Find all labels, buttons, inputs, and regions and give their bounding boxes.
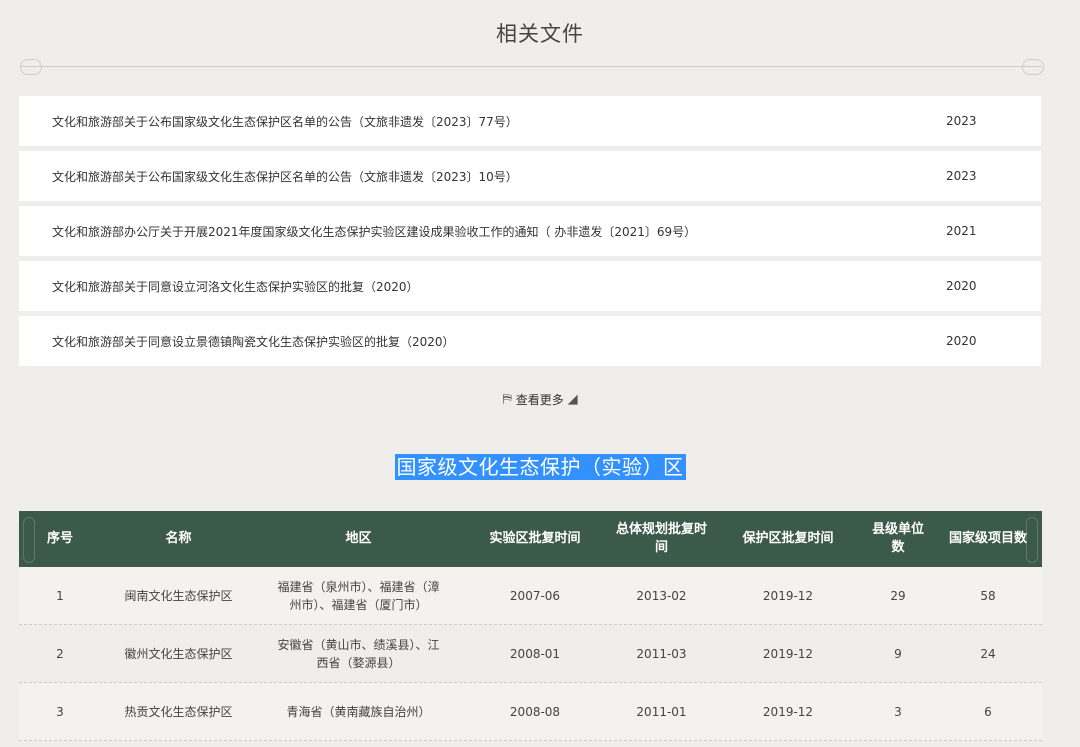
cell-index: 2 bbox=[56, 646, 64, 661]
cell-experiment-date: 2007-06 bbox=[509, 588, 561, 603]
zones-title: 国家级文化生态保护（实验）区 bbox=[0, 451, 1080, 480]
cell-protection-date: 2019-12 bbox=[762, 704, 814, 719]
doc-title-link[interactable]: 文化和旅游部关于同意设立河洛文化生态保护实验区的批复（2020） bbox=[19, 278, 946, 295]
related-files-list: 文化和旅游部关于公布国家级文化生态保护区名单的公告（文旅非遗发〔2023〕77号… bbox=[19, 96, 1041, 371]
doc-year: 2023 bbox=[946, 114, 977, 128]
header-experiment-date: 实验区批复时间 bbox=[489, 531, 581, 546]
cell-county-count: 9 bbox=[894, 646, 902, 661]
list-item[interactable]: 文化和旅游部关于同意设立河洛文化生态保护实验区的批复（2020） 2020 bbox=[19, 261, 1041, 311]
flag-icon: ⛿ bbox=[502, 392, 512, 407]
related-files-title: 相关文件 bbox=[496, 22, 584, 46]
header-county-count: 县级单位数 bbox=[871, 522, 924, 555]
zones-table: 序号 名称 地区 实验区批复时间 总体规划批复时间 保护区批复时间 县级单位数 … bbox=[19, 511, 1042, 741]
doc-title-link[interactable]: 文化和旅游部关于公布国家级文化生态保护区名单的公告（文旅非遗发〔2023〕10号… bbox=[19, 168, 946, 185]
cell-index: 1 bbox=[56, 588, 64, 603]
cell-county-count: 29 bbox=[890, 588, 906, 603]
cell-region: 安徽省（黄山市、绩溪县）、江西省（婺源县） bbox=[277, 637, 440, 670]
list-item[interactable]: 文化和旅游部办公厅关于开展2021年度国家级文化生态保护实验区建设成果验收工作的… bbox=[19, 206, 1041, 256]
cell-name: 热贡文化生态保护区 bbox=[124, 704, 233, 719]
cell-experiment-date: 2008-08 bbox=[509, 704, 561, 719]
cell-region: 福建省（泉州市）、福建省（漳州市）、福建省（厦门市） bbox=[277, 579, 440, 612]
cell-project-count: 58 bbox=[980, 588, 996, 603]
doc-year: 2020 bbox=[946, 279, 977, 293]
cell-plan-date: 2011-01 bbox=[636, 704, 687, 719]
doc-year: 2023 bbox=[946, 169, 977, 183]
header-plan-date: 总体规划批复时间 bbox=[615, 522, 707, 555]
table-row: 1 闽南文化生态保护区 福建省（泉州市）、福建省（漳州市）、福建省（厦门市） 2… bbox=[19, 567, 1042, 625]
list-item[interactable]: 文化和旅游部关于同意设立景德镇陶瓷文化生态保护实验区的批复（2020） 2020 bbox=[19, 316, 1041, 366]
cell-protection-date: 2019-12 bbox=[762, 588, 814, 603]
cell-experiment-date: 2008-01 bbox=[509, 646, 561, 661]
header-protection-date: 保护区批复时间 bbox=[742, 531, 834, 546]
cell-project-count: 24 bbox=[980, 646, 996, 661]
doc-title-link[interactable]: 文化和旅游部关于公布国家级文化生态保护区名单的公告（文旅非遗发〔2023〕77号… bbox=[19, 113, 946, 130]
view-more-link[interactable]: ⛿ 查看更多 ◢ bbox=[0, 391, 1080, 408]
zones-title-text: 国家级文化生态保护（实验）区 bbox=[394, 454, 686, 480]
doc-title-link[interactable]: 文化和旅游部关于同意设立景德镇陶瓷文化生态保护实验区的批复（2020） bbox=[19, 333, 946, 350]
cell-name: 闽南文化生态保护区 bbox=[124, 588, 233, 603]
table-row: 2 徽州文化生态保护区 安徽省（黄山市、绩溪县）、江西省（婺源县） 2008-0… bbox=[19, 625, 1042, 683]
header-index: 序号 bbox=[46, 531, 73, 546]
doc-year: 2021 bbox=[946, 224, 977, 238]
ornament-right bbox=[1022, 59, 1044, 75]
view-more-label[interactable]: 查看更多 bbox=[516, 391, 564, 408]
cell-project-count: 6 bbox=[984, 704, 992, 719]
cell-protection-date: 2019-12 bbox=[762, 646, 814, 661]
title-divider bbox=[20, 66, 1042, 67]
cell-region: 青海省（黄南藏族自治州） bbox=[286, 704, 431, 719]
ornament-left bbox=[20, 59, 42, 75]
cell-name: 徽州文化生态保护区 bbox=[124, 646, 233, 661]
list-item[interactable]: 文化和旅游部关于公布国家级文化生态保护区名单的公告（文旅非遗发〔2023〕10号… bbox=[19, 151, 1041, 201]
doc-year: 2020 bbox=[946, 334, 977, 348]
corner-ornament-icon: ◢ bbox=[567, 392, 578, 407]
header-project-count: 国家级项目数 bbox=[948, 531, 1027, 546]
cell-plan-date: 2013-02 bbox=[636, 588, 687, 603]
doc-title-link[interactable]: 文化和旅游部办公厅关于开展2021年度国家级文化生态保护实验区建设成果验收工作的… bbox=[19, 223, 946, 240]
header-name: 名称 bbox=[165, 531, 192, 546]
table-row: 3 热贡文化生态保护区 青海省（黄南藏族自治州） 2008-08 2011-01… bbox=[19, 683, 1042, 741]
cell-county-count: 3 bbox=[894, 704, 902, 719]
cell-plan-date: 2011-03 bbox=[636, 646, 687, 661]
header-region: 地区 bbox=[345, 531, 372, 546]
table-header: 序号 名称 地区 实验区批复时间 总体规划批复时间 保护区批复时间 县级单位数 … bbox=[19, 511, 1042, 567]
list-item[interactable]: 文化和旅游部关于公布国家级文化生态保护区名单的公告（文旅非遗发〔2023〕77号… bbox=[19, 96, 1041, 146]
cell-index: 3 bbox=[56, 704, 64, 719]
